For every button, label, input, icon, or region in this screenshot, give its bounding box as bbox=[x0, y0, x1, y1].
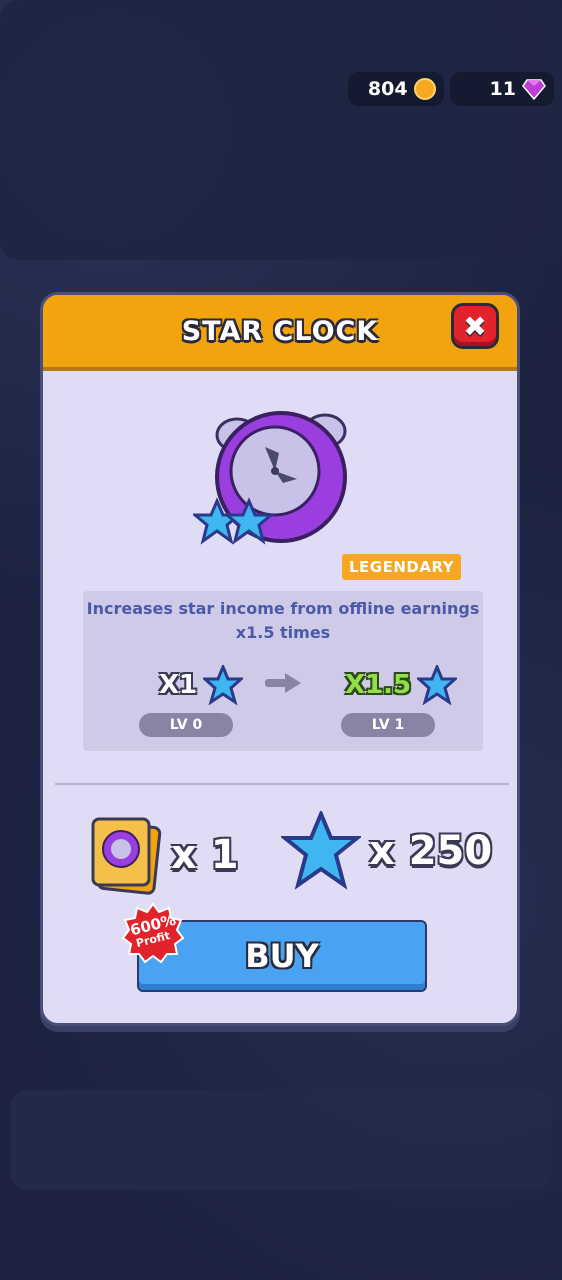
upgrade-description: Increases star income from offline earni… bbox=[86, 599, 480, 642]
arrow-right-icon bbox=[265, 673, 301, 693]
dialog-header: STAR CLOCK ✖ bbox=[43, 295, 517, 371]
current-level: LV 0 bbox=[139, 713, 233, 737]
star-cost: x 250 bbox=[281, 811, 492, 891]
currency-bar: 804 11 bbox=[347, 72, 554, 106]
gem-icon bbox=[522, 78, 546, 100]
close-button[interactable]: ✖ bbox=[451, 303, 499, 349]
upgrade-info-box: Increases star income from offline earni… bbox=[83, 591, 483, 751]
background-panel bbox=[0, 0, 562, 260]
current-multiplier-value: X1 bbox=[159, 670, 198, 700]
rarity-badge: LEGENDARY bbox=[342, 554, 462, 580]
star-cost-value: x 250 bbox=[369, 828, 493, 874]
buy-label: BUY bbox=[245, 937, 319, 975]
dialog-title: STAR CLOCK bbox=[181, 315, 379, 347]
coin-count: 804 bbox=[367, 78, 408, 100]
background-bottom-bar bbox=[10, 1090, 552, 1190]
card-cost: x 1 bbox=[87, 815, 239, 895]
next-multiplier: X1.5 bbox=[345, 665, 458, 705]
gem-counter: 11 bbox=[449, 72, 554, 106]
star-icon bbox=[281, 811, 361, 890]
coin-counter: 804 bbox=[347, 72, 444, 106]
coin-icon bbox=[413, 78, 436, 100]
card-icon bbox=[91, 817, 162, 895]
divider bbox=[55, 783, 509, 785]
gem-count: 11 bbox=[489, 78, 516, 100]
card-cost-value: x 1 bbox=[171, 832, 239, 878]
star-icon bbox=[417, 665, 458, 705]
next-multiplier-value: X1.5 bbox=[345, 670, 412, 700]
close-icon: ✖ bbox=[463, 309, 487, 343]
star-clock-icon bbox=[193, 411, 347, 545]
profit-badge: 600% Profit bbox=[121, 902, 185, 966]
star-clock-dialog: STAR CLOCK ✖ LEGENDARY Increases star in… bbox=[40, 292, 520, 1026]
next-level: LV 1 bbox=[341, 713, 435, 737]
current-multiplier: X1 bbox=[159, 665, 244, 705]
star-icon bbox=[203, 665, 244, 705]
